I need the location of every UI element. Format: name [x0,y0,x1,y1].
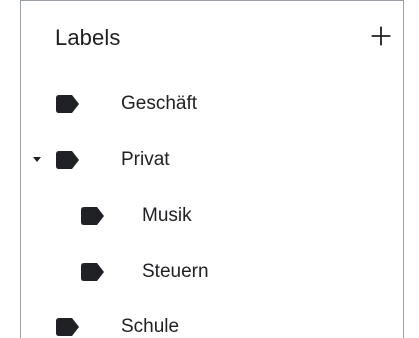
add-label-button[interactable] [367,21,395,51]
label-item-geschaeft[interactable]: Geschäft [21,83,403,123]
label-tag-icon [56,151,80,169]
caret-down-icon[interactable] [32,155,42,165]
label-name: Steuern [142,261,209,282]
label-tag-icon [56,318,80,336]
labels-header: Labels [21,1,403,79]
label-name: Schule [121,316,180,337]
label-name: Geschäft [121,93,198,114]
label-item-privat[interactable]: Privat [21,139,403,179]
label-name: Privat [121,149,170,170]
labels-title: Labels [55,25,121,50]
label-tag-icon [81,207,105,225]
label-tag-icon [56,95,80,113]
label-item-steuern[interactable]: Steuern [21,251,403,291]
label-item-musik[interactable]: Musik [21,195,403,235]
label-name: Musik [142,205,192,226]
label-item-schule[interactable]: Schule [21,306,403,338]
label-tag-icon [81,263,105,281]
plus-icon [371,26,391,46]
labels-panel: Labels Geschäft Privat Musik Steuern Sch… [20,0,404,338]
